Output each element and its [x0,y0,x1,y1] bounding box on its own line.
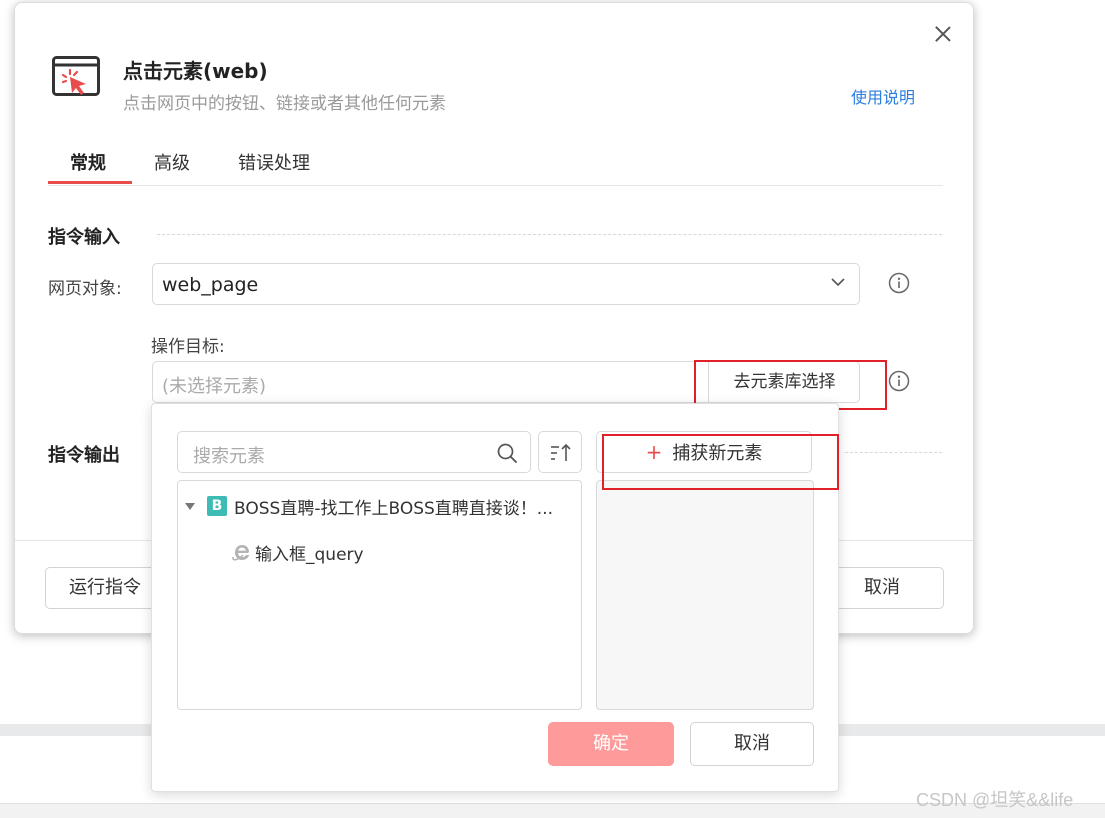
web-page-value: web_page [162,274,259,296]
section-input-title: 指令输入 [48,227,120,248]
watermark-text: CSDN @坦笑&&life [916,790,1074,810]
tab-bar: 常规 高级 错误处理 [48,143,943,186]
tab-error-handling[interactable]: 错误处理 [238,149,310,175]
dialog-title: 点击元素(web) [123,59,268,83]
search-element-input[interactable]: 搜索元素 [177,431,531,473]
search-placeholder: 搜索元素 [193,446,265,467]
target-label: 操作目标: [151,337,225,357]
close-icon[interactable] [932,23,954,45]
chevron-down-icon [831,278,845,287]
search-icon [497,443,517,463]
web-page-label: 网页对象: [48,279,122,299]
help-link[interactable]: 使用说明 [851,84,915,108]
expand-caret-icon[interactable] [185,503,195,510]
info-icon[interactable] [888,272,910,294]
tree-site-node[interactable]: BOSS直聘-找工作上BOSS直聘直接谈！... [234,494,553,519]
tree-element-node[interactable]: 输入框_query [255,540,364,565]
ie-browser-icon [232,545,250,561]
tab-advanced[interactable]: 高级 [154,149,190,175]
tab-general[interactable]: 常规 [70,149,106,175]
dialog-subtitle: 点击网页中的按钮、链接或者其他任何元素 [123,94,446,114]
sort-icon [551,443,571,461]
element-tree: B BOSS直聘-找工作上BOSS直聘直接谈！... 输入框_query [177,480,582,710]
popup-cancel-button[interactable]: 取消 [690,722,814,766]
info-icon[interactable] [888,370,910,392]
sort-button[interactable] [538,431,582,473]
section-divider [845,452,942,453]
target-placeholder: (未选择元素) [162,376,267,397]
run-command-button[interactable]: 运行指令 [45,567,165,609]
active-tab-indicator [48,181,132,184]
element-preview-panel [596,480,814,710]
confirm-button[interactable]: 确定 [548,722,674,766]
section-divider [157,234,942,235]
web-page-select[interactable]: web_page [152,263,860,305]
click-cursor-icon [52,56,100,96]
section-output-title: 指令输出 [48,445,120,466]
highlight-box [602,434,839,490]
site-badge-icon: B [207,496,227,516]
